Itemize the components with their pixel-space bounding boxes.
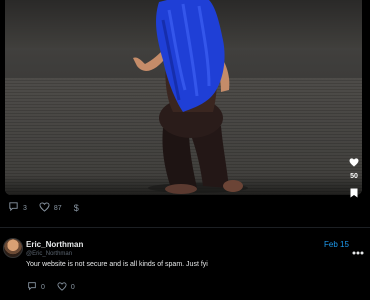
comment-like-stat[interactable]: 0 <box>57 278 75 296</box>
dollar-icon: $ <box>73 203 79 213</box>
post-photo[interactable] <box>5 0 362 195</box>
heart-outline-icon <box>57 278 67 296</box>
heart-icon[interactable] <box>349 154 359 172</box>
post-stats-row: 3 87 $ <box>8 201 91 215</box>
comment-icon <box>8 199 19 217</box>
comment-date[interactable]: Feb 15 <box>324 240 349 249</box>
comment-reply-count: 0 <box>41 283 45 291</box>
bookmark-icon[interactable] <box>350 185 358 203</box>
comment-item: Eric_Northman @Eric_Northman Feb 15 Your… <box>0 232 370 300</box>
likes-stat[interactable]: 87 <box>39 199 62 217</box>
more-options-icon[interactable] <box>352 242 364 260</box>
likes-count: 87 <box>53 204 62 212</box>
reply-icon <box>27 278 37 296</box>
comment-text: Your website is not secure and is all ki… <box>26 261 208 268</box>
comments-stat[interactable]: 3 <box>8 199 27 217</box>
photo-like-count: 50 <box>350 173 358 180</box>
comment-author-name[interactable]: Eric_Northman <box>26 240 83 249</box>
photo-figure <box>133 0 248 194</box>
photo-actions: 50 <box>343 154 365 203</box>
comment-author-handle[interactable]: @Eric_Northman <box>26 251 72 257</box>
comments-count: 3 <box>23 204 27 212</box>
post-divider <box>0 227 370 228</box>
comment-reply-stat[interactable]: 0 <box>27 278 45 296</box>
avatar[interactable] <box>3 238 23 258</box>
comment-actions: 0 0 <box>27 278 87 296</box>
tip-stat[interactable]: $ <box>74 203 79 213</box>
heart-outline-icon <box>39 199 50 217</box>
comment-like-count: 0 <box>70 283 75 291</box>
